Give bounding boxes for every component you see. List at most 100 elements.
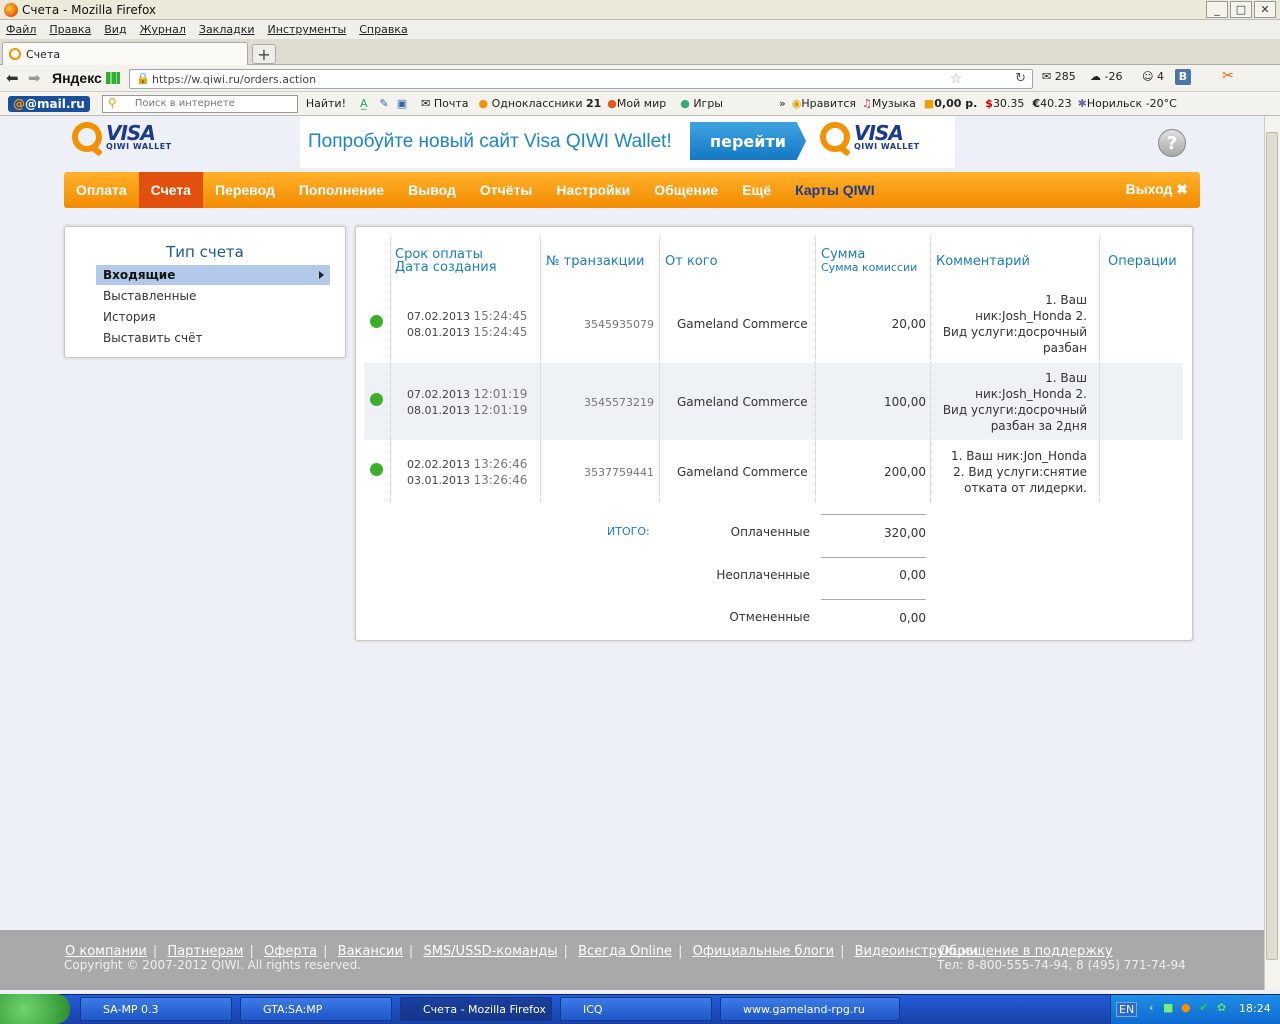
- help-icon[interactable]: ?: [1158, 129, 1186, 157]
- sidebar-item-incoming[interactable]: Входящие: [96, 265, 330, 285]
- comment-line: 1. Ваш: [1045, 371, 1087, 385]
- header-transaction[interactable]: № транзакции: [546, 255, 644, 268]
- weather-widget[interactable]: ☁ -26: [1090, 70, 1122, 83]
- banner-visa-text: VISA: [854, 120, 904, 145]
- logo-wallet-text: QIWI WALLET: [106, 141, 172, 151]
- row2-created-date: 08.01.2013: [407, 404, 470, 417]
- row3-due: 02.02.2013 13:26:46: [407, 457, 527, 471]
- toolbar-music[interactable]: ♫Музыка: [862, 97, 916, 110]
- menu-edit[interactable]: Правка: [49, 23, 91, 36]
- scrollbar-thumb[interactable]: [1266, 132, 1278, 960]
- footer-link-sms[interactable]: SMS/USSD-команды: [423, 944, 557, 959]
- qiwi-logo[interactable]: VISA QIWI WALLET: [72, 122, 172, 152]
- footer-link-about[interactable]: О компании: [65, 944, 147, 959]
- totals-divider: [821, 599, 926, 600]
- row3-created-time: 13:26:46: [473, 473, 528, 487]
- menu-help[interactable]: Справка: [359, 23, 407, 36]
- toolbar-weather[interactable]: ✱Норильск -20°C: [1078, 97, 1177, 110]
- tray-app-icon[interactable]: ●: [1181, 1001, 1191, 1014]
- invoice-type-panel: Тип счета Входящие Выставленные История …: [64, 226, 346, 358]
- menu-file[interactable]: Файл: [6, 23, 36, 36]
- status-paid-icon: [370, 393, 383, 406]
- unpaid-label: Неоплаченные: [716, 568, 810, 582]
- menu-view[interactable]: Вид: [104, 23, 126, 36]
- footer-link-offer[interactable]: Оферта: [264, 944, 317, 959]
- mailru-logo[interactable]: @@mail.ru: [8, 95, 90, 112]
- font-icon[interactable]: A̲: [360, 97, 368, 110]
- row1-from: Gameland Commerce: [677, 317, 808, 331]
- menu-history[interactable]: Журнал: [140, 23, 186, 36]
- yandex-logo[interactable]: Яндекс: [52, 70, 102, 86]
- addon-icon[interactable]: ✂: [1222, 68, 1234, 84]
- nav-topup[interactable]: Пополнение: [287, 172, 396, 208]
- web-search-input[interactable]: ⚲ Поиск в интернете: [101, 94, 298, 113]
- taskbar-item[interactable]: www.gameland-rpg.ru: [720, 997, 900, 1021]
- header-due-date[interactable]: Срок оплаты Дата создания: [395, 248, 497, 274]
- nav-qiwi-cards[interactable]: Карты QIWI: [783, 172, 886, 208]
- tray-icq-icon[interactable]: ✿: [1217, 1001, 1226, 1014]
- toolbar-usd[interactable]: $30.35: [985, 97, 1024, 110]
- toolbar-odnoklassniki[interactable]: ● Одноклассники 21: [479, 97, 602, 110]
- menu-bookmarks[interactable]: Закладки: [199, 23, 255, 36]
- nav-payment[interactable]: Оплата: [64, 172, 139, 208]
- main-navigation: Оплата Счета Перевод Пополнение Вывод От…: [64, 172, 1200, 208]
- support-link[interactable]: Обращение в поддержку: [939, 944, 1113, 959]
- nav-withdraw[interactable]: Вывод: [396, 172, 468, 208]
- language-indicator[interactable]: EN: [1116, 1002, 1138, 1017]
- comment-line: 2. Вид услуги:снятие: [953, 465, 1087, 479]
- footer-link-online[interactable]: Всегда Online: [578, 944, 672, 959]
- screenshot-icon[interactable]: ▣: [397, 97, 407, 110]
- toolbar-eur[interactable]: €40.23: [1032, 97, 1071, 110]
- music-icon: ♫: [862, 97, 872, 110]
- toolbar-like[interactable]: ◉Нравится: [792, 97, 856, 110]
- taskbar-item-active[interactable]: Счета - Mozilla Firefox: [400, 997, 552, 1021]
- minimize-button[interactable]: _: [1206, 1, 1228, 18]
- footer-link-partners[interactable]: Партнерам: [167, 944, 243, 959]
- toolbar-wallet[interactable]: ■0,00 р.: [924, 97, 977, 110]
- maximize-button[interactable]: □: [1230, 1, 1252, 18]
- nav-transfer[interactable]: Перевод: [203, 172, 287, 208]
- overflow-chevron-icon[interactable]: »: [779, 97, 786, 110]
- toolbar-moymir[interactable]: ●Мой мир: [607, 97, 666, 110]
- taskbar-item[interactable]: GTA:SA:MP: [240, 997, 392, 1021]
- sidebar-item-issued[interactable]: Выставленные: [96, 286, 330, 306]
- find-button[interactable]: Найти!: [306, 97, 346, 110]
- toolbar-mail[interactable]: ✉ Почта: [421, 97, 468, 110]
- close-window-button[interactable]: ✕: [1254, 1, 1276, 18]
- address-bar[interactable]: 🔒 https://w.qiwi.ru/orders.action ☆ ↻: [129, 69, 1033, 89]
- nav-invoices[interactable]: Счета: [138, 172, 203, 208]
- start-button[interactable]: [0, 994, 70, 1024]
- nav-reports[interactable]: Отчёты: [468, 172, 544, 208]
- taskbar-item[interactable]: SA-MP 0.3: [80, 997, 232, 1021]
- logout-button[interactable]: Выход ✖: [1126, 181, 1188, 198]
- bookmark-star-icon[interactable]: ☆: [949, 71, 962, 87]
- banner-go-button[interactable]: перейти: [690, 122, 806, 160]
- nav-more[interactable]: Ещё: [730, 172, 783, 208]
- tray-expand-icon[interactable]: ‹: [1149, 1001, 1153, 1014]
- mail-counter[interactable]: ✉ 285: [1042, 70, 1076, 83]
- vk-icon[interactable]: В: [1175, 69, 1191, 85]
- pen-icon[interactable]: ✎: [380, 97, 389, 110]
- new-tab-button[interactable]: +: [252, 44, 276, 64]
- notification-widget[interactable]: ☺ 4: [1142, 70, 1164, 83]
- forward-arrow-icon[interactable]: ➡: [28, 69, 41, 87]
- sidebar-item-history[interactable]: История: [96, 307, 330, 327]
- menu-tools[interactable]: Инструменты: [268, 23, 347, 36]
- back-arrow-icon[interactable]: ⬅: [6, 69, 19, 87]
- footer-link-blogs[interactable]: Официальные блоги: [693, 944, 834, 959]
- header-comment[interactable]: Комментарий: [936, 255, 1030, 268]
- row2-due-date: 07.02.2013: [407, 388, 470, 401]
- nav-communication[interactable]: Общение: [642, 172, 730, 208]
- firefox-icon: [4, 2, 18, 17]
- header-sum[interactable]: Сумма Сумма комиссии: [821, 248, 917, 274]
- header-from[interactable]: От кого: [665, 255, 718, 268]
- tray-check-icon[interactable]: ✔: [1199, 1001, 1208, 1014]
- footer-link-jobs[interactable]: Вакансии: [338, 944, 403, 959]
- toolbar-games[interactable]: ● Игры: [680, 97, 723, 110]
- tray-network-icon[interactable]: ■: [1163, 1001, 1173, 1014]
- sidebar-item-create-invoice[interactable]: Выставить счёт: [96, 328, 330, 348]
- browser-tab[interactable]: Счета: [2, 42, 248, 65]
- nav-settings[interactable]: Настройки: [544, 172, 642, 208]
- reload-icon[interactable]: ↻: [1015, 71, 1026, 86]
- taskbar-item[interactable]: ICQ: [560, 997, 712, 1021]
